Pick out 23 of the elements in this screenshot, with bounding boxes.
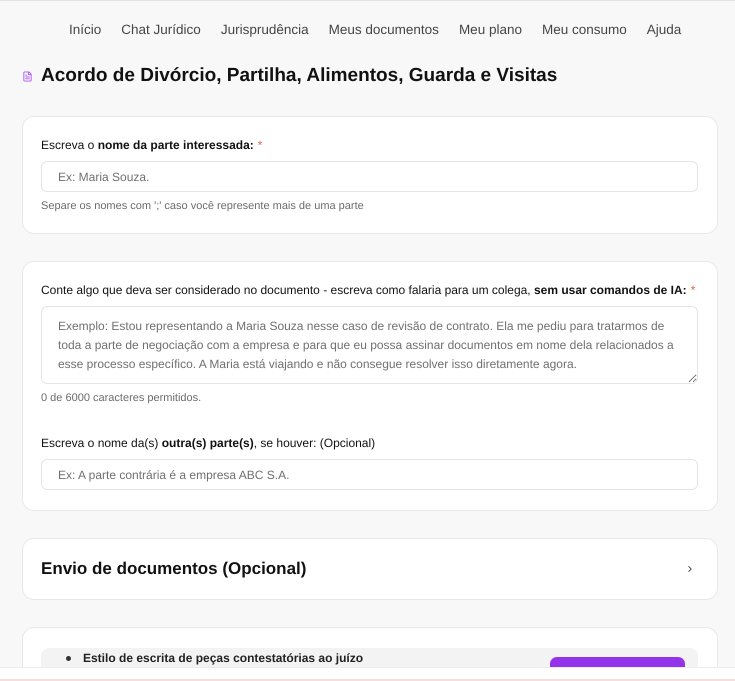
action-button[interactable] [550,657,685,667]
bullet-icon [66,656,71,660]
nav-link[interactable]: Meu consumo [542,21,627,39]
text-input-field[interactable]: Ex: Maria Souza. [41,161,698,192]
nav-link[interactable]: Início [69,21,102,39]
nav-link[interactable]: Jurisprudência [220,21,309,39]
nav-link[interactable]: Ajuda [646,21,682,39]
nav-link[interactable]: Chat Jurídico [121,21,201,39]
required-mark: * [690,282,696,298]
document-icon [22,70,33,82]
required-mark: * [258,137,262,153]
field-label: Escreva o nome da parte interessada: [41,137,254,153]
nav-link[interactable]: Meus documentos [328,21,439,39]
text-area-field[interactable]: Exemplo: Estou representando a Maria Souza nesse caso de revisão de contrato. Ela me pediu para tratarmos de toda a parte de negociação com a empresa e para que eu possa assinar documentos em nome dela relacionados a esse processo específico. A Maria está viajando e não consegue resolver isso diretamente agora. [41,306,698,384]
nav-link[interactable]: Meu plano [458,21,522,39]
option-label: Estilo de escrita de peças contestatórias ao juízo [83,650,364,666]
field-hint: 0 de 6000 caracteres permitidos. [41,391,202,405]
page-title: Acordo de Divórcio, Partilha, Alimentos, Guarda e Visitas [41,64,558,88]
text-input-field[interactable]: Ex: A parte contrária é a empresa ABC S.A. [41,459,698,490]
field-label: Conte algo que deva ser considerado no documento - escreva como falaria para um colega, sem usar comandos de IA: [41,282,687,298]
field-label: Escreva o nome da(s) outra(s) parte(s), se houver: (Opcional) [41,435,376,451]
accordion-header[interactable]: Envio de documentos (Opcional) [22,538,718,600]
field-hint: Separe os nomes com ';' caso você represente mais de uma parte [41,199,365,213]
